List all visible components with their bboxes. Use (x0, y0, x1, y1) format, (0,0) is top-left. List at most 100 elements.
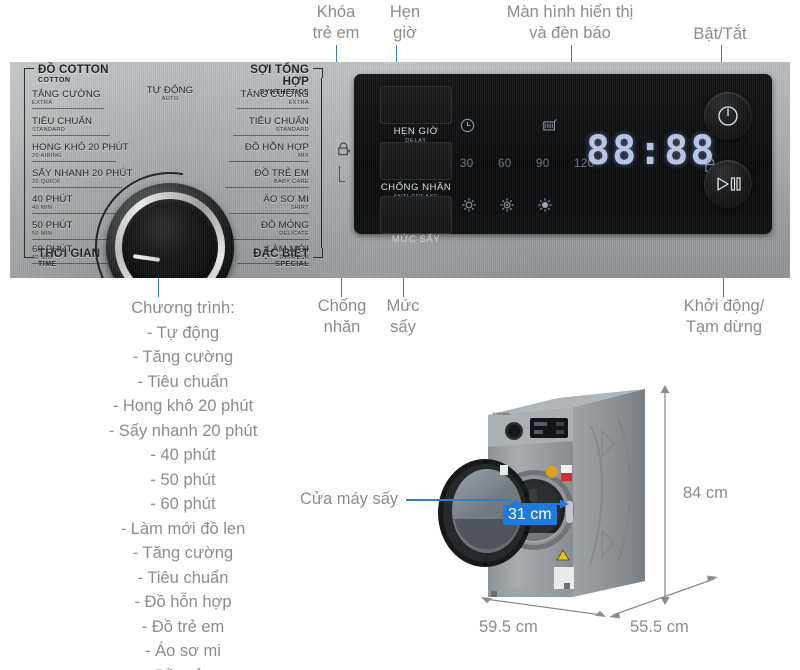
dry-level-button-sub: INTENSIVE (398, 246, 434, 252)
machine-side-panel (573, 389, 645, 597)
right-program-tick-6 (237, 263, 309, 264)
machine-control-panel: TOSHIBA (488, 407, 573, 447)
display-board: HẸN GIỜ DELAY CHỐNG NHĂN ANTI CREASE MỨC… (354, 74, 772, 252)
right-program-tick-1 (233, 135, 309, 136)
dry-level-button[interactable] (380, 196, 452, 234)
program-list-text: Chương trình: - Tự động - Tăng cường - T… (108, 299, 258, 670)
left-program-2: HONG KHÔ 20 PHÚT 20 AIRING (32, 142, 129, 159)
dry-high-icon (538, 198, 552, 212)
left-program-6: 60 PHÚT 60 MIN (32, 244, 73, 261)
control-panel: ĐỒ COTTON COTTON THỜI GIAN TIME SỢI TỔNG… (10, 62, 790, 278)
leader-start-pause (723, 278, 725, 297)
callout-start-pause: Khởi động/ Tạm dừng (683, 297, 765, 336)
left-program-6-title: 60 PHÚT (32, 244, 73, 255)
time-tick-60: 60 (498, 158, 512, 170)
right-program-2: ĐỒ HỖN HỢP MIX (190, 142, 309, 159)
knob-pointer (132, 254, 161, 262)
right-program-tick-0 (237, 108, 309, 109)
left-program-5-title: 50 PHÚT (32, 220, 73, 231)
leader-program-list (158, 278, 160, 297)
left-program-0-title: TĂNG CƯỜNG (32, 89, 101, 100)
time-tick-90: 90 (536, 158, 550, 170)
group-title-synthetics-text: SỢI TỔNG HỢP (250, 64, 309, 88)
sticker-red (561, 473, 572, 481)
callout-child-lock: Khóa trẻ em (312, 3, 360, 42)
left-program-1-sub: STANDARD (32, 127, 66, 133)
dry-mid-icon (500, 198, 514, 212)
screenshot-root: Khóa trẻ em Hẹn giờ Màn hình hiển thị và… (0, 0, 800, 670)
right-program-0: TĂNG CƯỜNG EXTRA (190, 89, 309, 106)
anti-crease-button-title: CHỐNG NHĂN (380, 182, 452, 193)
bracket-synthetics (313, 68, 323, 78)
width-dimension-label: 59.5 cm (479, 618, 538, 636)
right-program-tick-4 (229, 213, 309, 214)
right-program-1: TIÊU CHUẨN STANDARD (190, 116, 309, 133)
delay-button-title: HẸN GIỜ (393, 126, 439, 137)
bracket-right-spine (321, 78, 323, 248)
child-lock-icon (338, 142, 351, 156)
delay-button[interactable] (380, 86, 452, 124)
right-program-2-title: ĐỒ HỖN HỢP (244, 142, 309, 153)
left-program-5-sub: 50 MIN (32, 231, 53, 237)
left-program-6-sub: 60 MIN (32, 255, 53, 261)
time-tick-30: 30 (460, 158, 474, 170)
right-program-tick-2 (229, 161, 309, 162)
left-program-4: 40 PHÚT 40 MIN (32, 194, 73, 211)
leader-dryer-door (406, 499, 512, 501)
filter-icon (543, 119, 557, 131)
dryer-illustration: TOSHIBA 84 cm 59.5 cm 55.5 cm 31 cm (430, 385, 760, 645)
right-program-5-title: ĐỒ MỎNG (261, 220, 309, 231)
callout-delay-timer: Hẹn giờ (389, 3, 421, 42)
left-program-tick-1 (32, 135, 110, 136)
right-program-4-title: ÁO SƠ MI (263, 194, 309, 205)
machine-display (530, 418, 568, 438)
group-title-cotton-sub: COTTON (38, 77, 71, 84)
left-program-4-sub: 40 MIN (32, 205, 53, 211)
leader-anti-crease (341, 278, 343, 297)
left-program-tick-2 (32, 161, 116, 162)
callout-display: Màn hình hiển thị và đèn báo (506, 3, 634, 42)
dry-level-button-title: MỨC SẤY (391, 234, 441, 245)
bracket-left-spine (24, 78, 25, 248)
sticker-warning (561, 465, 572, 473)
program-selector-knob[interactable] (65, 142, 275, 278)
callout-dry-level: Mức sấy (386, 297, 420, 336)
right-program-0-title: TĂNG CƯỜNG (240, 89, 309, 100)
power-button[interactable] (704, 92, 752, 140)
leader-child-lock (336, 45, 338, 62)
right-program-2-sub: MIX (298, 153, 309, 159)
left-program-2-sub: 20 AIRING (32, 153, 62, 159)
left-program-tick-0 (32, 108, 104, 109)
sticker-left (500, 465, 508, 475)
leader-dry-level (403, 278, 405, 297)
left-program-3-title: SẤY NHANH 20 PHÚT (32, 168, 133, 179)
play-pause-icon (717, 177, 741, 191)
callout-power: Bật/Tắt (693, 25, 747, 43)
start-pause-button[interactable] (704, 160, 752, 208)
left-program-1: TIÊU CHUẨN STANDARD (32, 116, 92, 133)
left-program-4-title: 40 PHÚT (32, 194, 73, 205)
right-program-3-title: ĐỒ TRẺ EM (254, 168, 309, 179)
right-program-6-title: LÀM MỚI (266, 244, 309, 255)
dry-level-button-label: MỨC SẤY INTENSIVE (356, 234, 476, 252)
right-program-1-sub: STANDARD (275, 127, 309, 133)
width-dimension-arrow (481, 597, 606, 617)
left-program-0: TĂNG CƯỜNG EXTRA (32, 89, 101, 106)
right-program-1-title: TIÊU CHUẨN (248, 116, 309, 127)
group-title-cotton: ĐỒ COTTON COTTON (38, 64, 109, 84)
anti-crease-button[interactable] (380, 142, 452, 180)
depth-dimension-label: 55.5 cm (630, 618, 689, 636)
right-program-0-sub: EXTRA (288, 100, 309, 106)
child-lock-bracket (339, 166, 345, 182)
group-title-cotton-text: ĐỒ COTTON (38, 64, 109, 76)
height-dimension-label: 84 cm (683, 484, 728, 502)
depth-dimension-arrow (609, 575, 718, 619)
right-program-tick-3 (225, 187, 309, 188)
left-program-5: 50 PHÚT 50 MIN (32, 220, 73, 237)
led-display: 30 60 90 120 88:88 (458, 118, 726, 222)
clock-icon (460, 118, 475, 133)
sticker-gold (546, 466, 558, 478)
bracket-special (313, 248, 323, 258)
bracket-cotton (24, 68, 34, 78)
program-auto-title: TỰ ĐỘNG (146, 85, 194, 96)
